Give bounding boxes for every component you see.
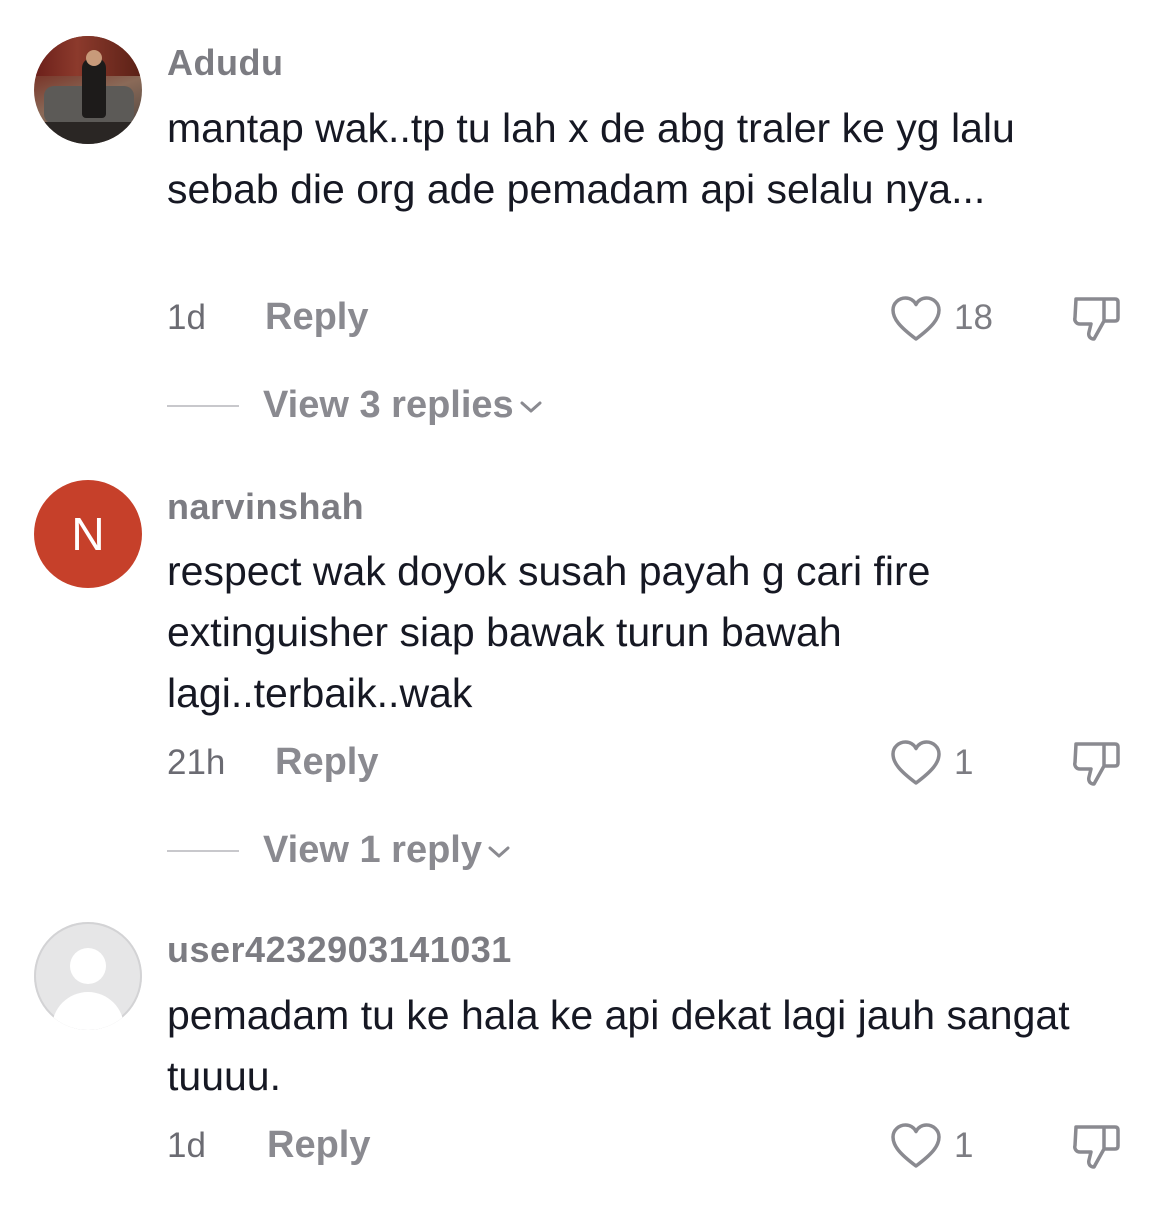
reply-button[interactable]: Reply xyxy=(267,1124,370,1167)
comment-time: 1d xyxy=(167,1126,206,1165)
like-count: 1 xyxy=(954,743,974,782)
dislike-icon[interactable] xyxy=(1070,1121,1122,1171)
comment-username[interactable]: narvinshah xyxy=(167,486,364,528)
avatar[interactable] xyxy=(34,36,142,144)
replies-divider xyxy=(167,850,239,852)
reply-button[interactable]: Reply xyxy=(265,296,368,339)
chevron-down-icon xyxy=(520,401,542,413)
avatar-head xyxy=(86,50,102,66)
comment-text: mantap wak..tp tu lah x de abg traler ke… xyxy=(167,105,1015,212)
heart-icon[interactable] xyxy=(890,296,942,342)
replies-divider xyxy=(167,405,239,407)
heart-icon[interactable] xyxy=(890,1123,942,1169)
avatar-person xyxy=(82,58,106,118)
comment-time: 1d xyxy=(167,298,206,337)
avatar-placeholder-head xyxy=(70,948,106,984)
reply-button[interactable]: Reply xyxy=(275,741,378,784)
comment-username[interactable]: user4232903141031 xyxy=(167,929,512,971)
avatar[interactable] xyxy=(34,922,142,1030)
avatar-floor xyxy=(34,122,142,144)
like-count: 1 xyxy=(954,1126,974,1165)
dislike-icon[interactable] xyxy=(1070,293,1122,343)
comment-username[interactable]: Adudu xyxy=(167,42,283,84)
view-replies-button[interactable]: View 3 replies xyxy=(263,384,544,427)
chevron-down-icon xyxy=(488,846,510,858)
heart-icon[interactable] xyxy=(890,740,942,786)
comment-time: 21h xyxy=(167,743,226,782)
view-replies-label: View 3 replies xyxy=(263,384,514,426)
view-replies-label: View 1 reply xyxy=(263,829,482,871)
comment-text: respect wak doyok susah payah g cari fir… xyxy=(167,548,931,716)
avatar[interactable]: N xyxy=(34,480,142,588)
view-replies-button[interactable]: View 1 reply xyxy=(263,829,512,872)
comment-text: pemadam tu ke hala ke api dekat lagi jau… xyxy=(167,992,1070,1099)
avatar-placeholder-body xyxy=(52,992,124,1030)
dislike-icon[interactable] xyxy=(1070,738,1122,788)
like-count: 18 xyxy=(954,298,993,337)
